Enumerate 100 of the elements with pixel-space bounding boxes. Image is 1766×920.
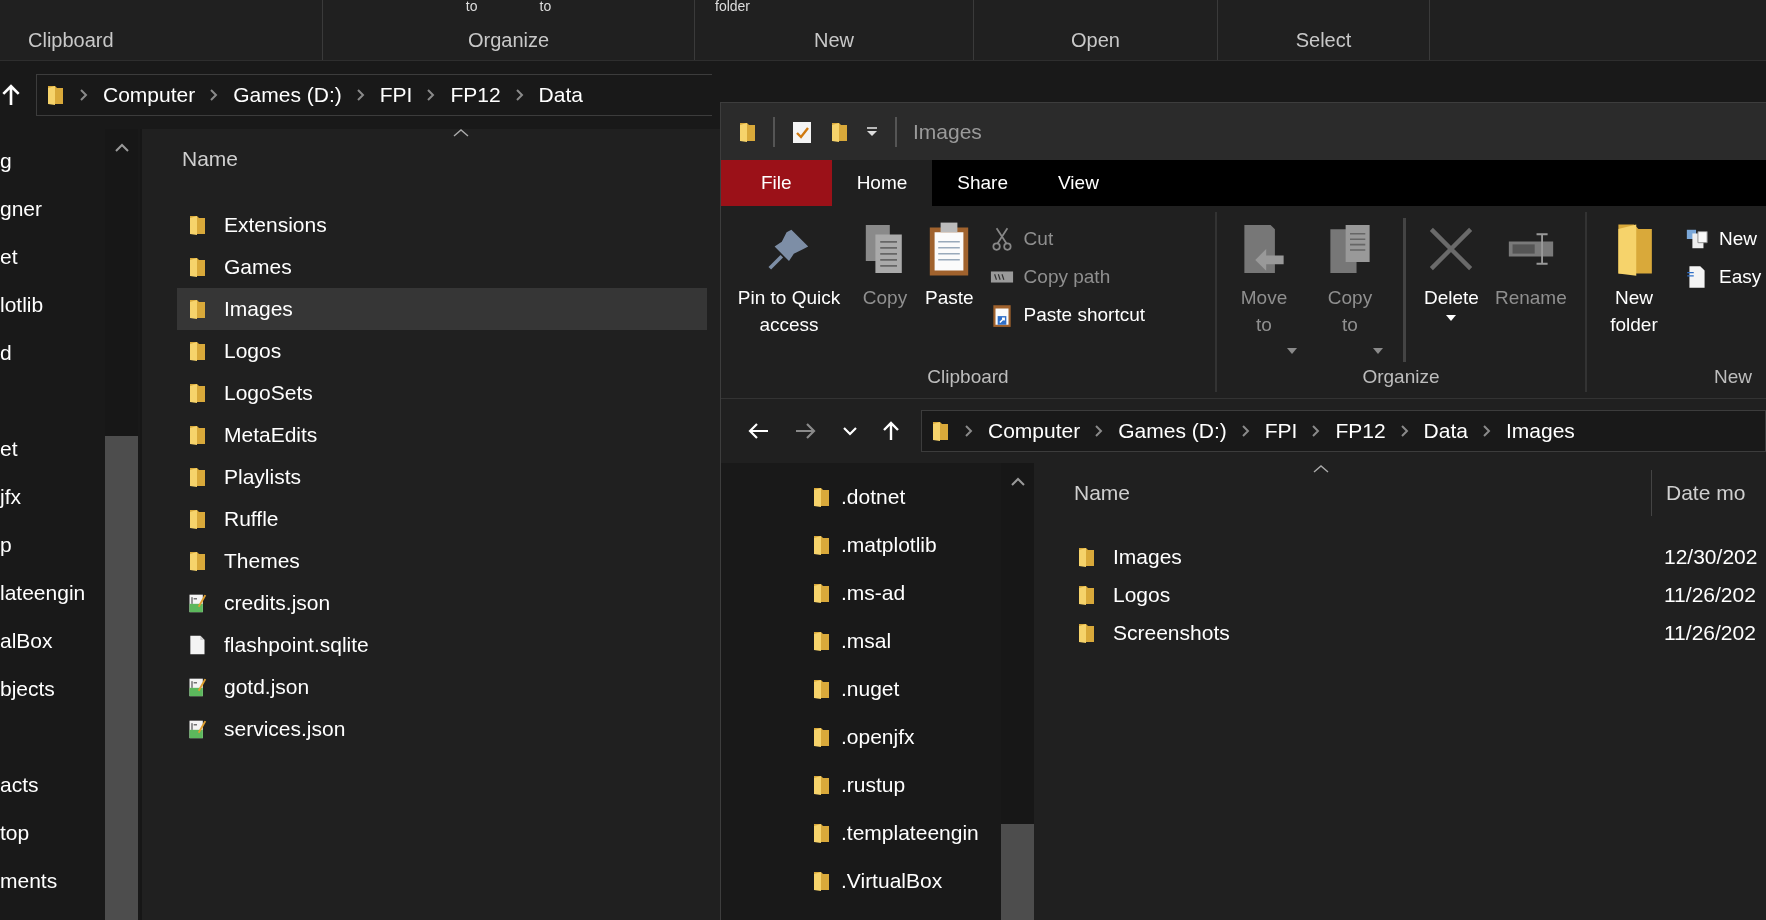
folder-icon	[811, 725, 831, 749]
forward-arrow-icon[interactable]	[795, 422, 817, 440]
dropdown-icon[interactable]	[865, 125, 879, 138]
breadcrumb[interactable]: Data	[1423, 419, 1468, 443]
address-bar[interactable]: Computer Games (D:) FPI FP12 Data	[36, 74, 712, 116]
scroll-up-icon[interactable]	[114, 143, 129, 153]
back-arrow-icon[interactable]	[747, 422, 769, 440]
column-header[interactable]: Date mo	[1652, 481, 1746, 505]
ribbon-button[interactable]: Paste shortcut	[989, 302, 1146, 328]
file-row[interactable]: Games	[177, 246, 707, 288]
nav-item[interactable]: et	[0, 381, 105, 477]
file-row[interactable]: Ruffle	[177, 498, 707, 540]
address-bar[interactable]: Computer Games (D:) FPI FP12 Data Images	[921, 410, 1766, 452]
file-row[interactable]: services.json	[177, 708, 707, 750]
ribbon-button[interactable]: New	[1685, 226, 1762, 252]
nav-item[interactable]: alBox	[0, 621, 105, 669]
scroll-thumb[interactable]	[1001, 824, 1034, 920]
folder-icon	[1076, 583, 1096, 607]
ribbon-tab[interactable]: Home	[831, 160, 933, 206]
ribbon-button[interactable]: Paste	[925, 212, 974, 366]
nav-item[interactable]: et	[0, 237, 105, 285]
file-row[interactable]: credits.json	[177, 582, 707, 624]
ribbon-tab[interactable]: View	[1033, 160, 1124, 206]
command-label[interactable]: to	[539, 0, 552, 12]
ribbon-button[interactable]: Easy	[1685, 264, 1762, 290]
chevron-icon	[1094, 424, 1105, 438]
breadcrumb[interactable]: Games (D:)	[1118, 419, 1227, 443]
breadcrumb[interactable]: Computer	[103, 83, 196, 107]
ribbon-tab[interactable]: Share	[932, 160, 1033, 206]
file-row[interactable]: Images	[177, 288, 707, 330]
scroll-up-icon[interactable]	[1010, 477, 1025, 487]
chevron-icon	[1399, 424, 1410, 438]
properties-icon[interactable]	[791, 119, 813, 144]
folder-icon	[811, 821, 831, 845]
group-label: Clipboard	[28, 29, 114, 52]
nav-item[interactable]: jfx	[0, 477, 105, 525]
nav-item[interactable]: gner	[0, 189, 105, 237]
file-row[interactable]: LogoSets	[177, 372, 707, 414]
file-name: credits.json	[224, 591, 331, 615]
breadcrumb[interactable]: FPI	[1264, 419, 1298, 443]
nav-item[interactable]: ments	[0, 861, 105, 909]
breadcrumb[interactable]: FP12	[1335, 419, 1386, 443]
file-row[interactable]: Logos	[177, 330, 707, 372]
file-row[interactable]: Themes	[177, 540, 707, 582]
file-tab[interactable]: File	[721, 160, 832, 206]
file-row[interactable]: Screenshots	[1034, 614, 1624, 652]
file-row[interactable]: Extensions	[177, 204, 707, 246]
file-row[interactable]: Playlists	[177, 456, 707, 498]
folder-icon	[187, 255, 207, 279]
chevron-icon	[964, 424, 974, 438]
folder-icon	[187, 423, 207, 447]
up-arrow-icon[interactable]	[883, 421, 899, 441]
breadcrumb[interactable]: Computer	[988, 419, 1081, 443]
ribbon-button[interactable]: Pin to Quick access	[733, 212, 845, 366]
folder-icon	[811, 773, 831, 797]
file-row[interactable]: MetaEdits	[177, 414, 707, 456]
breadcrumb[interactable]: Data	[538, 83, 583, 107]
nav-item[interactable]: .VirtualBox	[721, 857, 1001, 905]
nav-item[interactable]: .templateengin	[721, 809, 1001, 857]
column-header[interactable]: Name	[1034, 470, 1652, 516]
breadcrumb[interactable]: FP12	[450, 83, 501, 107]
nav-item[interactable]: top	[0, 813, 105, 861]
folder-icon	[187, 465, 207, 489]
nav-item[interactable]: .rustup	[721, 761, 1001, 809]
file-row[interactable]: flashpoint.sqlite	[177, 624, 707, 666]
nav-item[interactable]: .nuget	[721, 665, 1001, 713]
up-arrow-icon[interactable]	[2, 84, 20, 106]
ribbon-button[interactable]: Delete	[1424, 212, 1479, 366]
scroll-thumb[interactable]	[105, 436, 138, 920]
nav-item[interactable]: .ms-ad	[721, 569, 1001, 617]
file-row[interactable]: Images	[1034, 538, 1624, 576]
nav-label: .ms-ad	[841, 581, 906, 605]
folder-icon	[187, 297, 207, 321]
group-label: Clipboard	[926, 366, 1010, 389]
nav-item[interactable]: acts	[0, 717, 105, 813]
nav-item[interactable]: .openjfx	[721, 713, 1001, 761]
column-header[interactable]: Name	[182, 147, 239, 171]
folder-icon	[811, 677, 831, 701]
file-row[interactable]: Logos	[1034, 576, 1624, 614]
nav-item[interactable]: lateengin	[0, 573, 105, 621]
folder-icon	[187, 339, 207, 363]
command-label[interactable]: folder	[715, 0, 751, 12]
nav-item[interactable]: .matplotlib	[721, 521, 1001, 569]
folder-icon	[45, 83, 65, 107]
blank-document-icon	[187, 633, 207, 657]
chevron-down-icon[interactable]	[843, 426, 857, 436]
command-label[interactable]: to	[465, 0, 478, 12]
ribbon-button[interactable]: New folder	[1599, 212, 1669, 366]
breadcrumb[interactable]: Images	[1505, 419, 1575, 443]
file-row[interactable]: gotd.json	[177, 666, 707, 708]
nav-item[interactable]: .msal	[721, 617, 1001, 665]
nav-item[interactable]: lotlib	[0, 285, 105, 333]
nav-item[interactable]: d	[0, 333, 105, 381]
nav-item[interactable]: g	[0, 141, 105, 189]
breadcrumb[interactable]: FPI	[379, 83, 413, 107]
nav-item[interactable]: bjects	[0, 669, 105, 717]
group-label: New	[1713, 366, 1753, 389]
breadcrumb[interactable]: Games (D:)	[233, 83, 342, 107]
nav-item[interactable]: .dotnet	[721, 473, 1001, 521]
nav-item[interactable]: p	[0, 525, 105, 573]
